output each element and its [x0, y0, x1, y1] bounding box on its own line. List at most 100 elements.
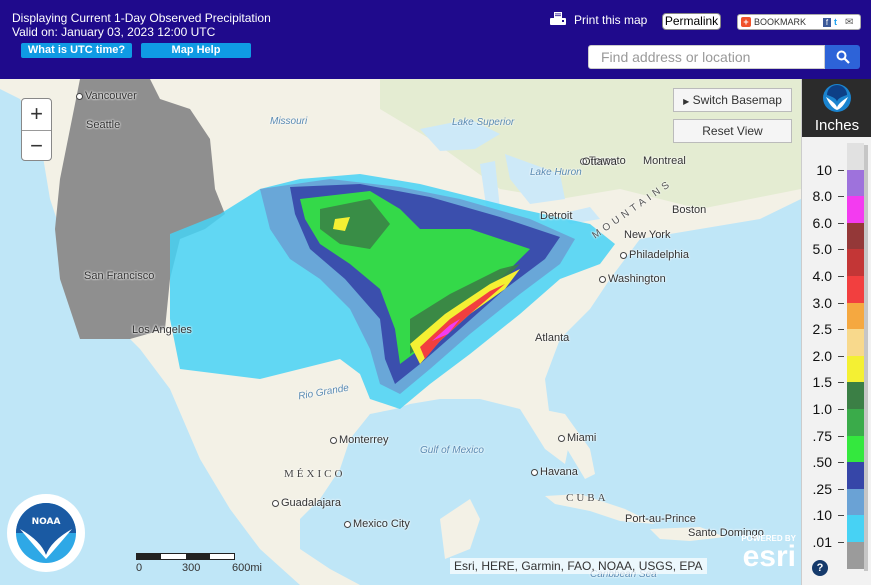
legend-swatch — [847, 355, 868, 384]
map-attribution: Esri, HERE, Garmin, FAO, NOAA, USGS, EPA — [450, 558, 707, 574]
scale-label: 300 — [182, 562, 201, 574]
city-label: Guadalajara — [272, 497, 341, 509]
city-label: Monterrey — [330, 434, 389, 446]
scale-label: 0 — [136, 562, 143, 574]
city-label: New York — [624, 229, 671, 241]
water-label: Lake Huron — [530, 167, 582, 178]
zoom-in-button[interactable]: + — [22, 99, 51, 130]
legend-swatch — [847, 462, 868, 491]
city-label: San Francisco — [84, 270, 155, 282]
legend-panel: Inches 10 8.0 6.0 5.0 4.0 3.0 2.5 2.0 1.5 1.0 .75.… — [801, 79, 871, 585]
country-label: MÉXICO — [284, 468, 346, 480]
legend-label: 4.0 — [812, 268, 832, 284]
legend-swatch — [847, 329, 868, 358]
what-is-utc-button[interactable]: What is UTC time? — [21, 43, 132, 58]
legend-swatch — [847, 435, 868, 464]
scale-label: 600mi — [232, 562, 262, 574]
scale-bar: 0 300 600mi — [136, 553, 262, 574]
valid-time: Valid on: January 03, 2023 12:00 UTC — [12, 25, 216, 39]
legend-tick — [838, 435, 844, 437]
precipitation-map[interactable]: Vancouver Seattle San Francisco Los Ange… — [0, 79, 801, 585]
legend-label: 2.5 — [812, 321, 832, 338]
svg-text:NOAA: NOAA — [32, 517, 61, 527]
water-label: Gulf of Mexico — [420, 445, 484, 456]
legend-tick — [838, 542, 844, 543]
email-icon[interactable]: ✉ — [845, 17, 853, 27]
water-label: Missouri — [270, 116, 308, 127]
search-icon — [836, 50, 850, 64]
reset-view-button[interactable]: Reset View — [673, 119, 792, 143]
city-label: Vancouver — [76, 90, 137, 102]
print-map-button[interactable]: Print this map — [550, 12, 647, 28]
legend-tick — [838, 302, 844, 304]
legend-tick — [838, 222, 844, 224]
legend-label: .75 — [812, 427, 832, 444]
zoom-out-button[interactable]: − — [22, 130, 51, 161]
city-label: Ottawa — [582, 156, 617, 168]
legend-tick — [838, 488, 844, 490]
legend-label: 5.0 — [812, 241, 832, 258]
bookmark-button[interactable]: + BOOKMARK f t ✉ — [737, 14, 861, 30]
plus-icon: + — [741, 17, 751, 27]
legend-label: .50 — [812, 454, 832, 471]
legend-tick — [838, 329, 844, 331]
switch-basemap-button[interactable]: ▶ Switch Basemap — [673, 88, 792, 112]
location-search-input[interactable] — [588, 45, 825, 69]
noaa-logo: NOAA — [7, 494, 85, 572]
city-label: Washington — [599, 273, 666, 285]
city-label: Montreal — [643, 155, 686, 167]
help-icon[interactable]: ? — [812, 560, 828, 576]
map-help-button[interactable]: Map Help — [141, 43, 251, 58]
legend-swatch — [847, 249, 868, 278]
legend-tick — [838, 355, 844, 357]
legend-tick — [838, 249, 844, 251]
legend-swatch — [847, 382, 868, 411]
facebook-icon[interactable]: f — [823, 17, 832, 27]
legend-header: Inches — [802, 79, 871, 137]
legend-label: 6.0 — [812, 214, 832, 231]
legend-tick — [838, 515, 844, 517]
legend-swatch — [847, 196, 868, 225]
permalink-button[interactable]: Permalink — [662, 13, 721, 30]
water-label: Lake Superior — [452, 117, 515, 128]
noaa-icon — [823, 84, 851, 112]
twitter-icon[interactable]: t — [834, 17, 842, 27]
legend-tick — [838, 409, 844, 410]
country-label: CUBA — [566, 492, 609, 504]
city-label: Havana — [531, 466, 578, 478]
legend-swatch — [847, 169, 868, 198]
esri-name: esri — [742, 540, 796, 573]
legend-tick — [838, 462, 844, 464]
legend-swatch — [847, 409, 868, 438]
legend-label: 3.0 — [812, 294, 832, 311]
legend-swatch — [847, 515, 868, 544]
legend-swatch — [847, 542, 868, 571]
search-button[interactable] — [825, 45, 860, 69]
header-bar: Displaying Current 1-Day Observed Precip… — [0, 0, 871, 79]
city-label: Los Angeles — [132, 324, 192, 336]
legend-label: .01 — [812, 534, 832, 550]
legend-swatch — [847, 488, 868, 517]
legend-label: 2.0 — [812, 347, 832, 364]
legend-label: 1.5 — [812, 374, 832, 391]
city-label: Atlanta — [535, 332, 570, 344]
legend-tick — [838, 382, 844, 384]
legend-tick — [838, 169, 844, 171]
switch-basemap-label: Switch Basemap — [692, 93, 782, 107]
city-label: Port-au-Prince — [625, 513, 696, 525]
legend-tick — [838, 196, 844, 198]
printer-icon — [550, 12, 566, 25]
legend-tick — [838, 276, 844, 277]
legend-label: .25 — [812, 480, 832, 497]
legend-title: Inches — [814, 117, 860, 134]
caret-right-icon: ▶ — [683, 97, 690, 106]
city-label: Philadelphia — [620, 249, 689, 261]
legend-swatch — [847, 222, 868, 251]
legend-label: 10 — [816, 161, 832, 178]
esri-logo: POWERED BY esri — [730, 534, 796, 574]
bookmark-label: BOOKMARK — [754, 17, 807, 27]
city-label: Mexico City — [344, 518, 410, 530]
legend-swatch — [847, 276, 868, 305]
legend-label: .10 — [812, 507, 832, 524]
city-label: Miami — [558, 432, 596, 444]
